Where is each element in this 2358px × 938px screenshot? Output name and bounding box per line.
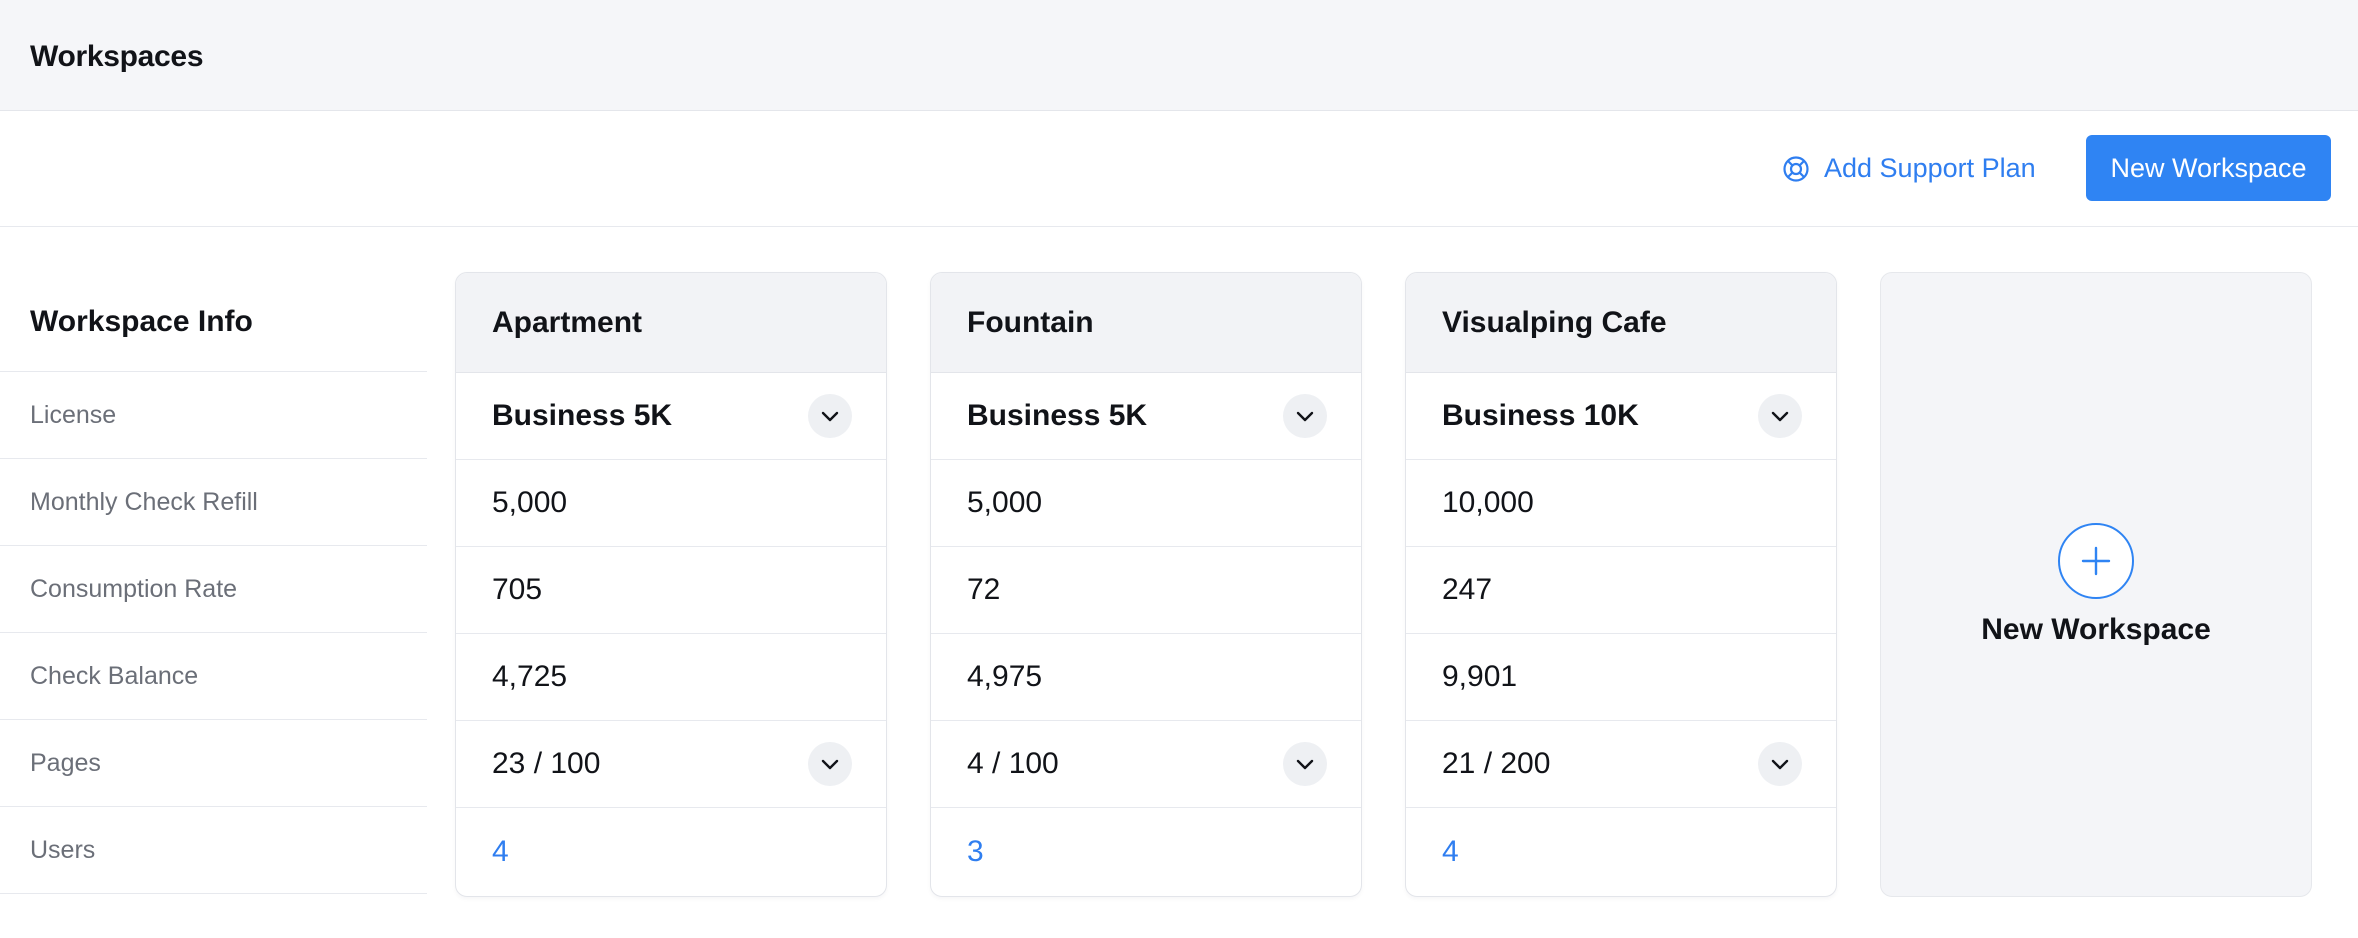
- workspace-name: Fountain: [931, 273, 1361, 373]
- users-link[interactable]: 4: [1442, 835, 1459, 869]
- lifebuoy-icon: [1782, 155, 1810, 183]
- pages-cell: 4 / 100: [931, 721, 1361, 808]
- license-dropdown-chevron-icon[interactable]: [1758, 394, 1802, 438]
- workspace-name: Apartment: [456, 273, 886, 373]
- new-workspace-card[interactable]: New Workspace: [1880, 272, 2312, 897]
- consumption-value: 705: [492, 573, 543, 606]
- pages-cell: 23 / 100: [456, 721, 886, 808]
- consumption-cell: 247: [1406, 547, 1836, 634]
- refill-cell: 10,000: [1406, 460, 1836, 547]
- info-row-check-balance: Check Balance: [0, 633, 427, 720]
- pages-dropdown-chevron-icon[interactable]: [1283, 742, 1327, 786]
- pages-dropdown-chevron-icon[interactable]: [808, 742, 852, 786]
- refill-cell: 5,000: [931, 460, 1361, 547]
- pages-value: 23 / 100: [492, 747, 601, 780]
- refill-value: 10,000: [1442, 486, 1534, 519]
- info-row-license: License: [0, 372, 427, 459]
- action-bar: Add Support Plan New Workspace: [0, 111, 2358, 227]
- pages-dropdown-chevron-icon[interactable]: [1758, 742, 1802, 786]
- users-cell: 3: [931, 808, 1361, 895]
- new-workspace-card-label: New Workspace: [1981, 612, 2211, 646]
- page-title: Workspaces: [30, 40, 204, 73]
- license-dropdown-chevron-icon[interactable]: [1283, 394, 1327, 438]
- refill-value: 5,000: [492, 486, 568, 519]
- pages-cell: 21 / 200: [1406, 721, 1836, 808]
- license-value: Business 5K: [492, 399, 673, 432]
- consumption-value: 247: [1442, 573, 1493, 606]
- refill-cell: 5,000: [456, 460, 886, 547]
- balance-cell: 9,901: [1406, 634, 1836, 721]
- pages-value: 21 / 200: [1442, 747, 1551, 780]
- balance-cell: 4,725: [456, 634, 886, 721]
- license-cell: Business 5K: [931, 373, 1361, 460]
- workspace-info-column: Workspace Info License Monthly Check Ref…: [0, 272, 427, 894]
- license-dropdown-chevron-icon[interactable]: [808, 394, 852, 438]
- consumption-cell: 705: [456, 547, 886, 634]
- users-link[interactable]: 4: [492, 835, 509, 869]
- info-row-monthly-check-refill: Monthly Check Refill: [0, 459, 427, 546]
- info-row-users: Users: [0, 807, 427, 894]
- pages-value: 4 / 100: [967, 747, 1059, 780]
- workspace-info-heading: Workspace Info: [0, 272, 427, 372]
- users-cell: 4: [456, 808, 886, 895]
- users-cell: 4: [1406, 808, 1836, 895]
- balance-value: 4,725: [492, 660, 568, 693]
- consumption-value: 72: [967, 573, 1001, 606]
- plus-icon: [2058, 522, 2134, 599]
- add-support-plan-link[interactable]: Add Support Plan: [1782, 153, 2036, 184]
- balance-value: 9,901: [1442, 660, 1518, 693]
- refill-value: 5,000: [967, 486, 1043, 519]
- consumption-cell: 72: [931, 547, 1361, 634]
- license-value: Business 10K: [1442, 399, 1639, 432]
- balance-cell: 4,975: [931, 634, 1361, 721]
- workspace-card-apartment: Apartment Business 5K 5,000 705 4,725 23…: [455, 272, 887, 897]
- balance-value: 4,975: [967, 660, 1043, 693]
- page-header: Workspaces: [0, 0, 2358, 111]
- license-value: Business 5K: [967, 399, 1148, 432]
- info-row-consumption-rate: Consumption Rate: [0, 546, 427, 633]
- workspace-card-visualping-cafe: Visualping Cafe Business 10K 10,000 247 …: [1405, 272, 1837, 897]
- license-cell: Business 5K: [456, 373, 886, 460]
- users-link[interactable]: 3: [967, 835, 984, 869]
- workspace-name: Visualping Cafe: [1406, 273, 1836, 373]
- add-support-plan-label: Add Support Plan: [1824, 153, 2036, 183]
- workspace-card-fountain: Fountain Business 5K 5,000 72 4,975 4 / …: [930, 272, 1362, 897]
- new-workspace-button[interactable]: New Workspace: [2086, 135, 2331, 201]
- license-cell: Business 10K: [1406, 373, 1836, 460]
- info-row-pages: Pages: [0, 720, 427, 807]
